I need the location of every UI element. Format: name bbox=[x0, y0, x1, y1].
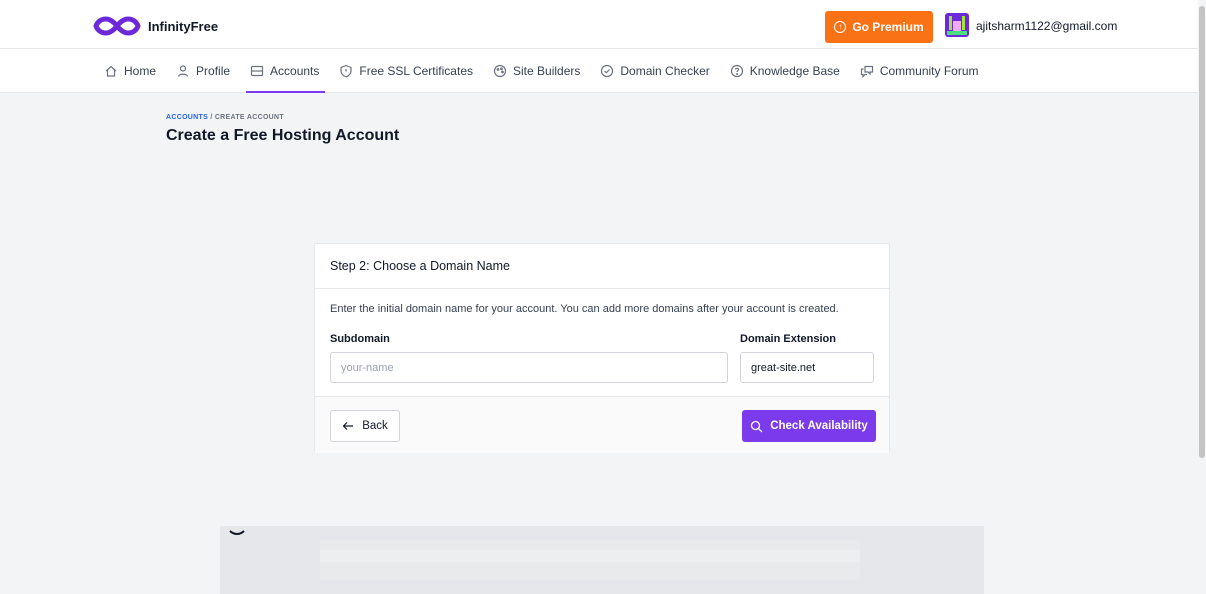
nav-domain-checker-label: Domain Checker bbox=[620, 64, 710, 78]
nav-profile[interactable]: Profile bbox=[176, 49, 230, 93]
home-icon bbox=[105, 65, 117, 77]
nav-free-ssl-label: Free SSL Certificates bbox=[359, 64, 473, 78]
chat-icon bbox=[860, 65, 873, 78]
nav-community-forum-label: Community Forum bbox=[879, 64, 979, 78]
domain-extension-value: great-site.net bbox=[751, 361, 816, 374]
blurred-content-line bbox=[320, 550, 860, 562]
avatar[interactable] bbox=[945, 13, 969, 37]
infinity-logo-icon bbox=[93, 16, 141, 36]
nav-accounts-label: Accounts bbox=[270, 64, 320, 78]
nav-site-builders[interactable]: Site Builders bbox=[493, 49, 580, 93]
breadcrumb-current: CREATE ACCOUNT bbox=[214, 114, 284, 121]
nav-site-builders-label: Site Builders bbox=[513, 64, 581, 78]
nav-home[interactable]: Home bbox=[104, 49, 156, 93]
user-icon bbox=[177, 65, 189, 77]
back-button[interactable]: Back bbox=[330, 410, 400, 442]
subdomain-label: Subdomain bbox=[330, 333, 390, 345]
breadcrumb-accounts[interactable]: ACCOUNTS bbox=[166, 114, 208, 121]
check-availability-button[interactable]: Check Availability bbox=[742, 410, 876, 442]
palette-icon bbox=[493, 64, 507, 78]
main-nav: Home Profile Accounts Free SSL Certifica… bbox=[104, 49, 999, 93]
check-availability-label: Check Availability bbox=[770, 420, 868, 432]
page-title: Create a Free Hosting Account bbox=[166, 127, 400, 144]
nav-knowledge-base-label: Knowledge Base bbox=[749, 64, 840, 78]
breadcrumb: ACCOUNTS / CREATE ACCOUNT bbox=[166, 114, 284, 121]
back-button-label: Back bbox=[362, 420, 388, 432]
check-circle-icon bbox=[601, 64, 614, 78]
scrollbar[interactable] bbox=[1198, 0, 1206, 594]
subdomain-input[interactable] bbox=[330, 352, 728, 383]
top-navigation-bar: InfinityFree ↑ Go Premium ajitsharm1122@… bbox=[0, 0, 1198, 93]
nav-knowledge-base[interactable]: Knowledge Base bbox=[730, 49, 840, 93]
shield-icon bbox=[340, 64, 352, 78]
chevron-down-icon[interactable] bbox=[228, 528, 246, 540]
go-premium-label: Go Premium bbox=[852, 20, 924, 34]
card-body: Enter the initial domain name for your a… bbox=[315, 289, 889, 396]
domain-extension-label: Domain Extension bbox=[740, 333, 836, 345]
arrow-left-icon bbox=[342, 422, 354, 430]
logo[interactable]: InfinityFree bbox=[92, 14, 218, 38]
breadcrumb-separator: / bbox=[210, 114, 213, 121]
nav-community-forum[interactable]: Community Forum bbox=[860, 49, 979, 93]
server-icon bbox=[250, 65, 264, 77]
nav-home-label: Home bbox=[124, 64, 157, 78]
domain-extension-select[interactable]: great-site.net bbox=[740, 352, 874, 383]
brand-name: InfinityFree bbox=[148, 18, 219, 34]
help-circle-icon bbox=[730, 64, 743, 78]
card-footer: Back Check Availability bbox=[315, 396, 889, 453]
header-row: InfinityFree ↑ Go Premium ajitsharm1122@… bbox=[0, 0, 1198, 49]
bottom-panel bbox=[220, 526, 984, 594]
nav-profile-label: Profile bbox=[196, 64, 231, 78]
card-title: Step 2: Choose a Domain Name bbox=[315, 244, 889, 289]
scrollbar-thumb[interactable] bbox=[1199, 6, 1205, 458]
domain-step-card: Step 2: Choose a Domain Name Enter the i… bbox=[314, 243, 890, 453]
arrow-up-circle-icon: ↑ bbox=[834, 21, 847, 33]
nav-free-ssl[interactable]: Free SSL Certificates bbox=[339, 49, 473, 93]
user-email[interactable]: ajitsharm1122@gmail.com bbox=[976, 19, 1117, 33]
nav-domain-checker[interactable]: Domain Checker bbox=[600, 49, 710, 93]
go-premium-button[interactable]: ↑ Go Premium bbox=[825, 11, 933, 43]
card-intro-text: Enter the initial domain name for your a… bbox=[330, 303, 839, 315]
nav-accounts[interactable]: Accounts bbox=[246, 49, 326, 93]
search-icon bbox=[751, 420, 763, 432]
